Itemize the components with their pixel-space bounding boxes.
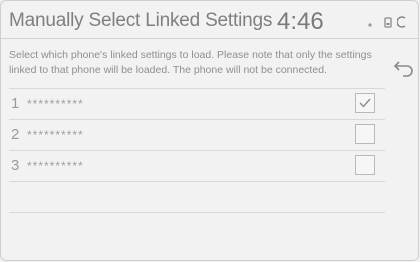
phone-icon: [384, 15, 392, 28]
clock: 4:46: [277, 8, 324, 35]
checkbox-checked[interactable]: [355, 93, 375, 113]
return-arrow-icon: [388, 61, 418, 86]
empty-row: [9, 212, 385, 243]
device-name: **********: [27, 128, 84, 142]
row-number: 3: [11, 157, 20, 174]
page-title: Manually Select Linked Settings: [9, 10, 273, 31]
device-name: **********: [27, 97, 84, 111]
signal-dot-icon: [367, 15, 373, 27]
device-name: **********: [27, 159, 84, 173]
empty-row: [9, 181, 385, 212]
empty-list-area: [9, 181, 385, 243]
checkbox[interactable]: [355, 155, 375, 175]
list-item[interactable]: 2 **********: [9, 119, 385, 150]
checkbox[interactable]: [355, 124, 375, 144]
screen-frame: Manually Select Linked Settings 4:46 Sel…: [0, 0, 419, 261]
instructions-text: Select which phone's linked settings to …: [9, 49, 372, 76]
header-divider: [1, 38, 418, 39]
device-list: 1 ********** 2 ********** 3 **********: [9, 88, 385, 181]
header-bar: Manually Select Linked Settings 4:46: [1, 1, 418, 39]
back-button[interactable]: [388, 54, 418, 82]
partial-icon: [396, 15, 407, 28]
row-number: 2: [11, 126, 20, 143]
row-number: 1: [11, 95, 20, 112]
list-item[interactable]: 3 **********: [9, 150, 385, 181]
list-item[interactable]: 1 **********: [9, 88, 385, 119]
status-icons: [367, 15, 418, 29]
